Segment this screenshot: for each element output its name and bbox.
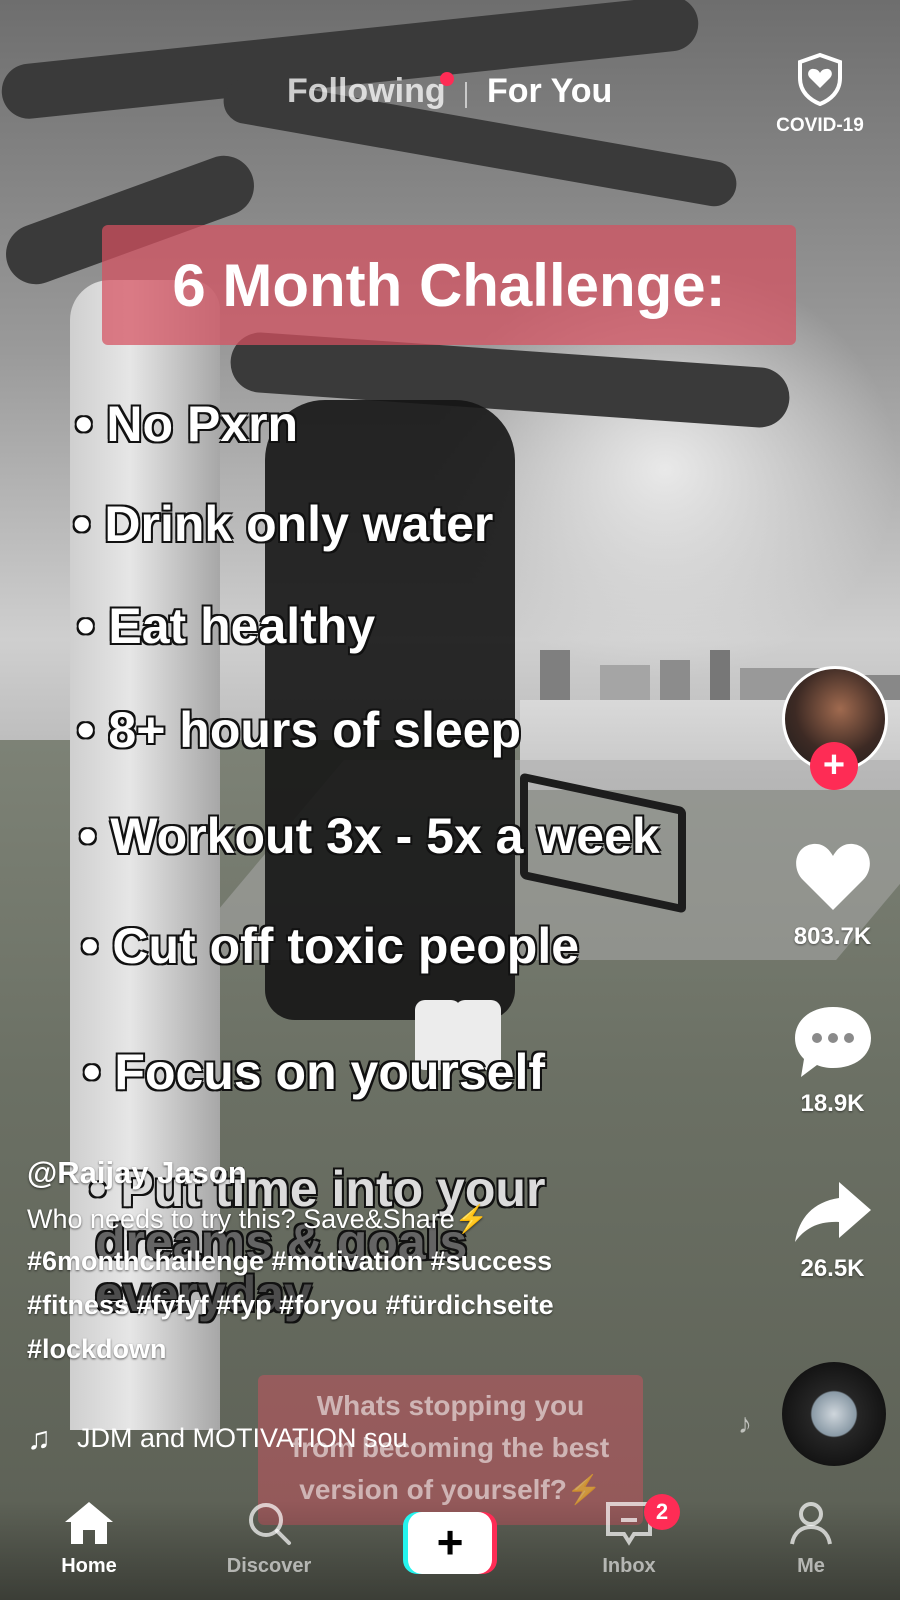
bottom-navigation: Home Discover + Inbox 2 Me <box>0 1494 900 1600</box>
tab-following[interactable]: Following <box>287 72 446 111</box>
share-button[interactable]: 26.5K <box>770 1180 895 1283</box>
comment-button[interactable]: 18.9K <box>770 1005 895 1118</box>
like-button[interactable]: 803.7K <box>770 840 895 951</box>
nav-discover-label: Discover <box>226 1555 312 1577</box>
nav-home[interactable]: Home <box>34 1500 144 1578</box>
nav-discover[interactable]: Discover <box>214 1500 324 1578</box>
hashtag-line[interactable]: #6monthchallenge #motivation #success <box>27 1239 747 1283</box>
challenge-item: • Workout 3x - 5x a week <box>79 808 660 864</box>
comment-icon <box>794 1007 871 1077</box>
plus-icon: + <box>408 1512 492 1574</box>
tab-for-you[interactable]: For You <box>487 72 612 111</box>
home-icon <box>65 1502 113 1544</box>
follow-button[interactable]: + <box>810 742 858 790</box>
challenge-item: • 8+ hours of sleep <box>77 702 522 758</box>
challenge-item: • Drink only water <box>73 496 494 552</box>
covid-info-button[interactable]: COVID-19 <box>770 52 870 137</box>
covid-label: COVID-19 <box>776 115 864 136</box>
tiktok-feed-screen: 6 Month Challenge: • No Pxrn • Drink onl… <box>0 0 900 1600</box>
challenge-item: • No Pxrn <box>75 396 299 452</box>
heart-icon <box>795 843 870 910</box>
music-note-icon: ♪ <box>738 1408 752 1439</box>
nav-inbox-label: Inbox <box>602 1555 656 1577</box>
like-count: 803.7K <box>793 923 872 950</box>
challenge-item: • Eat healthy <box>77 598 376 654</box>
challenge-title: 6 Month Challenge: <box>172 252 726 319</box>
tab-divider <box>465 82 467 108</box>
search-icon <box>249 1503 291 1545</box>
inbox-badge: 2 <box>644 1494 680 1530</box>
caption-hashtags[interactable]: #6monthchallenge #motivation #success #f… <box>27 1239 747 1371</box>
sound-disc[interactable] <box>782 1362 886 1466</box>
hashtag-line[interactable]: #lockdown <box>27 1327 747 1371</box>
challenge-title-box: 6 Month Challenge: <box>102 225 796 345</box>
share-count: 26.5K <box>800 1255 865 1282</box>
nav-me-label: Me <box>797 1555 825 1577</box>
nav-home-label: Home <box>61 1555 117 1577</box>
sound-link[interactable]: ♫ JDM and MOTIVATION sou <box>27 1420 408 1457</box>
share-icon <box>794 1182 871 1242</box>
challenge-item: • Cut off toxic people <box>81 918 580 974</box>
following-notification-dot <box>440 72 454 86</box>
profile-icon <box>790 1502 832 1545</box>
create-button[interactable]: + <box>403 1512 497 1574</box>
challenge-item: • Focus on yourself <box>83 1044 546 1100</box>
creator-username[interactable]: @Raijay Jason <box>27 1155 747 1191</box>
nav-me[interactable]: Me <box>756 1500 866 1578</box>
caption-description: Who needs to try this? Save&Share⚡ <box>27 1204 489 1234</box>
shield-heart-icon <box>798 52 842 107</box>
hashtag-line[interactable]: #fitness #fyfyf #fyp #foryou #fürdichsei… <box>27 1283 747 1327</box>
video-caption: @Raijay Jason Who needs to try this? Sav… <box>27 1155 747 1371</box>
comment-count: 18.9K <box>800 1090 865 1117</box>
music-note-icon: ♫ <box>27 1420 51 1456</box>
feed-tabs: Following For You <box>0 70 900 130</box>
sound-title: JDM and MOTIVATION sou <box>77 1423 408 1453</box>
